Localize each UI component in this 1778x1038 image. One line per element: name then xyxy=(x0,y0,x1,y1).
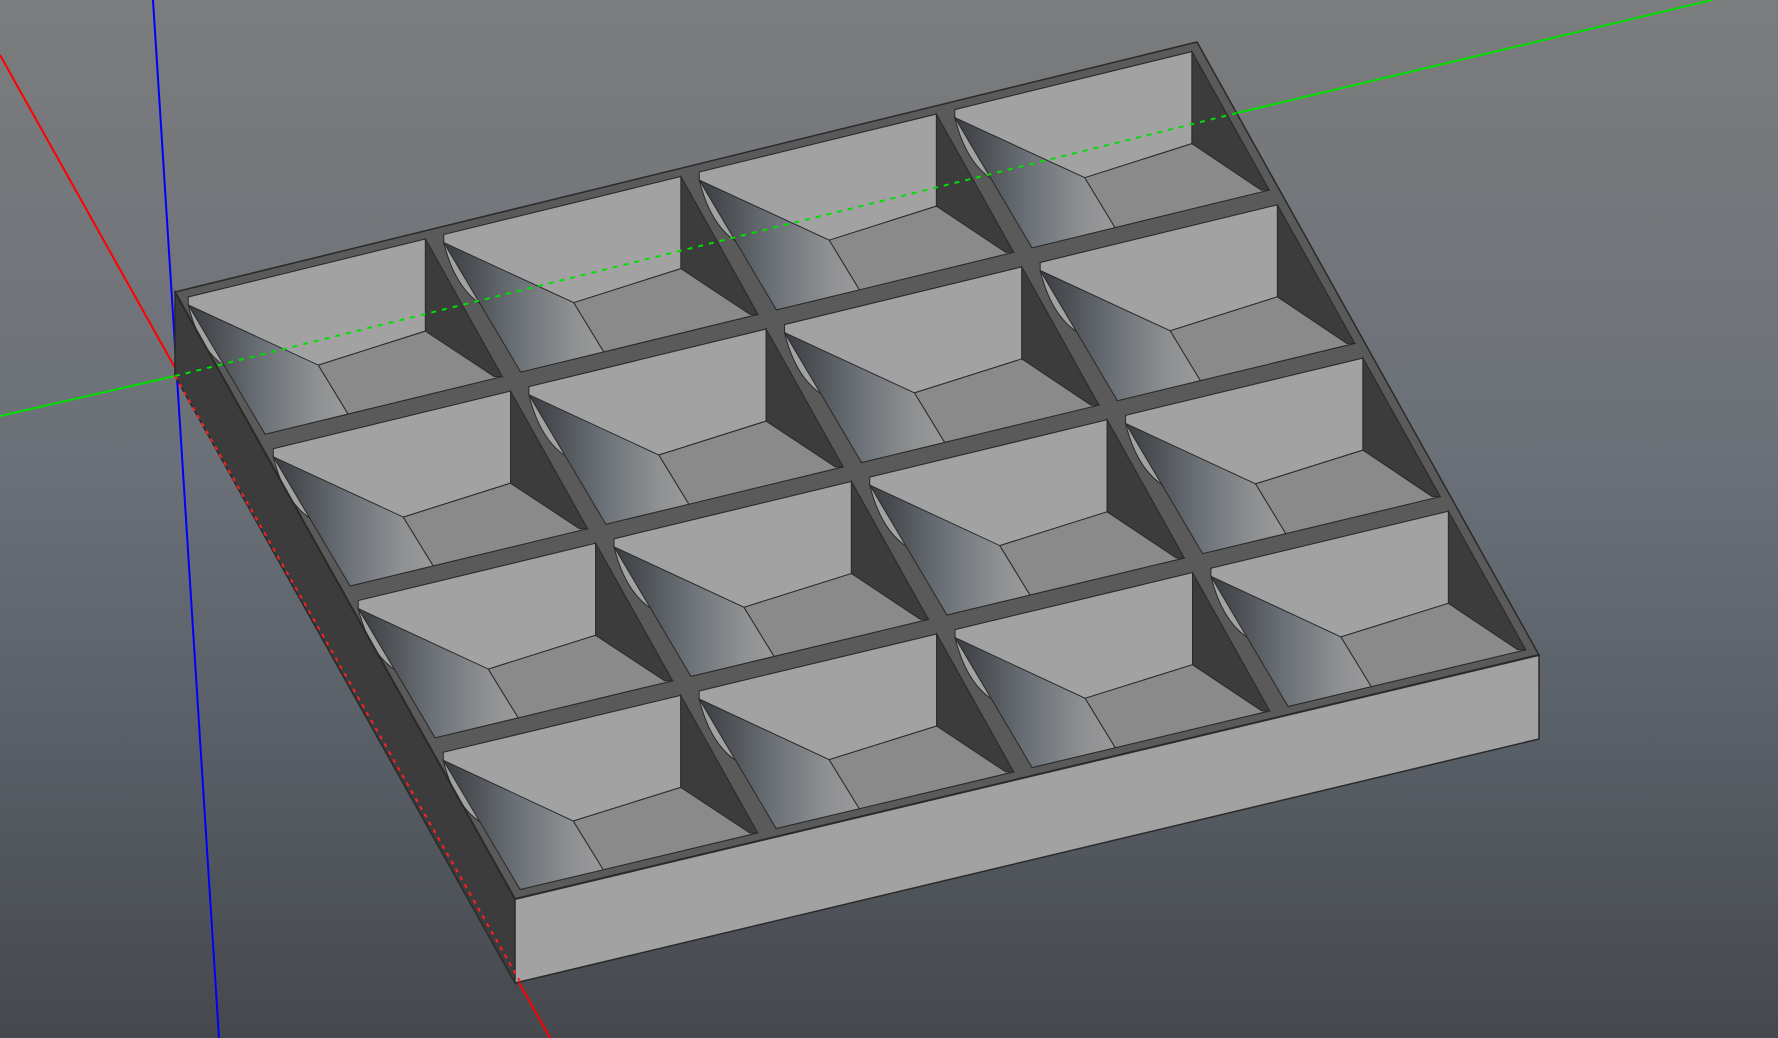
z-axis-line xyxy=(152,0,220,1038)
tray-model[interactable] xyxy=(173,41,1541,986)
y-axis-line-right xyxy=(1236,0,1713,114)
y-axis-line-left xyxy=(0,375,176,417)
3d-scene[interactable] xyxy=(0,0,1778,1038)
3d-viewport[interactable] xyxy=(0,0,1778,1038)
